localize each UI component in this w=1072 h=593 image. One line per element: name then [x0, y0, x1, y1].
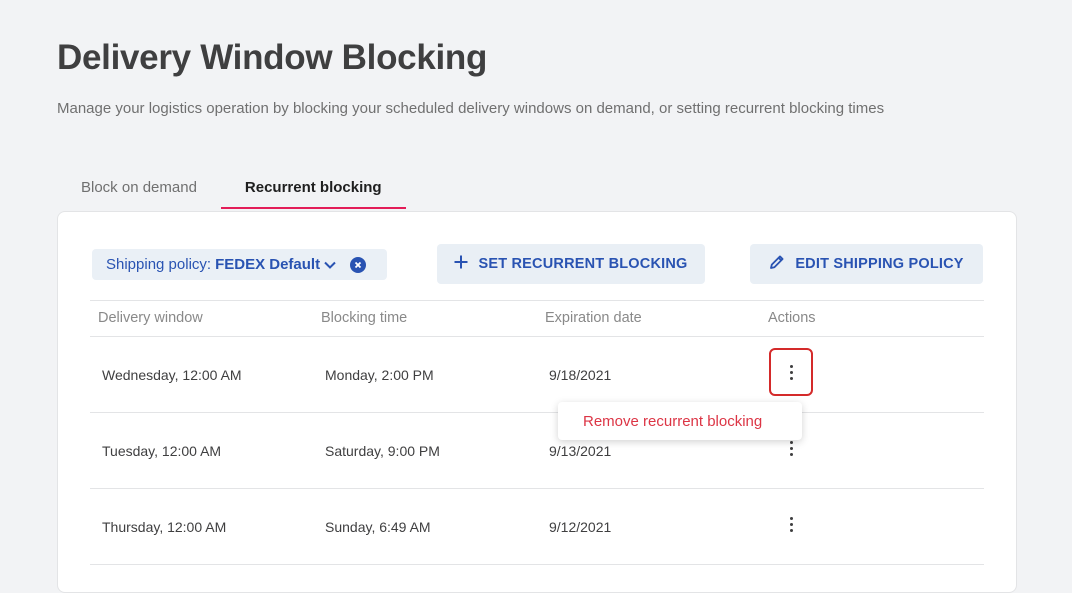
expiration-date-cell: 9/12/2021: [549, 519, 612, 535]
blocking-time-cell: Sunday, 6:49 AM: [325, 519, 431, 535]
kebab-menu-icon[interactable]: [769, 500, 813, 548]
column-header-delivery-window: Delivery window: [98, 310, 203, 326]
delivery-window-cell: Tuesday, 12:00 AM: [102, 443, 222, 459]
blocking-time-cell: Monday, 2:00 PM: [325, 367, 434, 383]
filter-value: FEDEX Default: [215, 256, 321, 273]
clear-filter-icon[interactable]: [350, 256, 367, 273]
table-row: Wednesday, 12:00 AM Monday, 2:00 PM 9/18…: [90, 337, 984, 413]
column-header-expiration-date: Expiration date: [545, 310, 642, 326]
tab-recurrent-blocking[interactable]: Recurrent blocking: [220, 168, 406, 209]
page-subtitle: Manage your logistics operation by block…: [57, 100, 885, 117]
recurrent-blocking-card: Shipping policy: FEDEX Default SET RECUR…: [57, 211, 1017, 593]
kebab-menu-icon[interactable]: [769, 348, 813, 396]
chevron-down-icon[interactable]: [324, 261, 336, 269]
table-row: Tuesday, 12:00 AM Saturday, 9:00 PM 9/13…: [90, 413, 984, 489]
table-row: Thursday, 12:00 AM Sunday, 6:49 AM 9/12/…: [90, 489, 984, 565]
delivery-window-cell: Thursday, 12:00 AM: [102, 519, 227, 535]
expiration-date-cell: 9/18/2021: [549, 367, 612, 383]
filter-label: Shipping policy:: [106, 256, 212, 273]
table-header: Delivery window Blocking time Expiration…: [90, 300, 984, 337]
column-header-blocking-time: Blocking time: [321, 310, 408, 326]
expiration-date-cell: 9/13/2021: [549, 443, 612, 459]
pencil-icon: [769, 254, 785, 274]
recurrent-blocking-table: Delivery window Blocking time Expiration…: [90, 300, 984, 565]
set-recurrent-blocking-label: SET RECURRENT BLOCKING: [478, 256, 688, 272]
set-recurrent-blocking-button[interactable]: SET RECURRENT BLOCKING: [437, 244, 705, 284]
tab-bar: Block on demand Recurrent blocking: [57, 168, 406, 210]
edit-shipping-policy-button[interactable]: EDIT SHIPPING POLICY: [750, 244, 983, 284]
blocking-time-cell: Saturday, 9:00 PM: [325, 443, 440, 459]
tab-block-on-demand[interactable]: Block on demand: [57, 168, 221, 208]
shipping-policy-filter[interactable]: Shipping policy: FEDEX Default: [92, 249, 387, 280]
column-header-actions: Actions: [768, 310, 816, 326]
remove-recurrent-blocking-menu-item[interactable]: Remove recurrent blocking: [558, 402, 802, 440]
plus-icon: [454, 255, 468, 273]
page-title: Delivery Window Blocking: [57, 38, 488, 77]
delivery-window-cell: Wednesday, 12:00 AM: [102, 367, 242, 383]
edit-shipping-policy-label: EDIT SHIPPING POLICY: [795, 256, 964, 272]
